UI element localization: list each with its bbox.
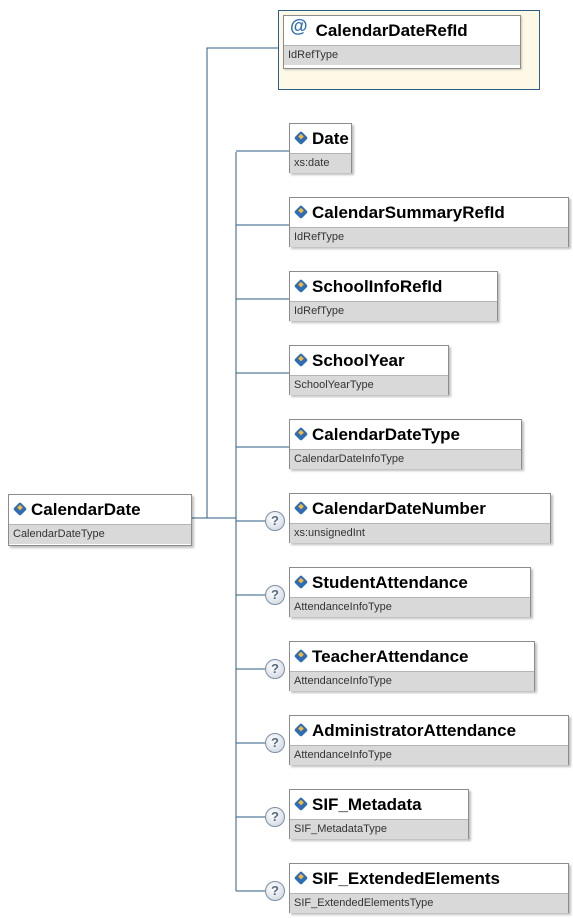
element-icon bbox=[293, 204, 309, 219]
at-icon: @ bbox=[290, 16, 308, 36]
child-element-box[interactable]: CalendarSummaryRefId IdRefType bbox=[289, 197, 569, 247]
root-element-name-row: CalendarDate bbox=[9, 495, 191, 524]
element-icon bbox=[293, 426, 309, 441]
element-icon bbox=[293, 278, 309, 293]
child-element-name-row: SchoolInfoRefId bbox=[290, 272, 497, 301]
root-element-name: CalendarDate bbox=[31, 499, 141, 519]
optional-icon: ? bbox=[265, 659, 285, 679]
element-icon bbox=[293, 130, 309, 145]
child-element-box[interactable]: CalendarDateType CalendarDateInfoType bbox=[289, 419, 522, 469]
child-element-name: Date bbox=[312, 128, 349, 148]
child-element-name: CalendarDateType bbox=[312, 424, 461, 444]
child-element-name-row: Date bbox=[290, 124, 351, 153]
child-element-type: AttendanceInfoType bbox=[290, 671, 534, 691]
child-element-type: AttendanceInfoType bbox=[290, 597, 530, 617]
optional-icon: ? bbox=[265, 807, 285, 827]
child-element-name: AdministratorAttendance bbox=[312, 720, 517, 740]
attribute-box[interactable]: @ CalendarDateRefId IdRefType bbox=[283, 15, 521, 69]
element-icon bbox=[293, 870, 309, 885]
child-element-box[interactable]: SchoolYear SchoolYearType bbox=[289, 345, 449, 395]
attribute-type: IdRefType bbox=[284, 45, 520, 65]
element-icon bbox=[293, 796, 309, 811]
child-element-type: SIF_MetadataType bbox=[290, 819, 468, 839]
attribute-name: CalendarDateRefId bbox=[315, 20, 468, 40]
child-element-name-row: TeacherAttendance bbox=[290, 642, 534, 671]
child-element-type: IdRefType bbox=[290, 301, 497, 321]
child-element-type: SchoolYearType bbox=[290, 375, 448, 395]
optional-icon: ? bbox=[265, 733, 285, 753]
element-icon bbox=[293, 500, 309, 515]
attribute-group: @ CalendarDateRefId IdRefType bbox=[278, 10, 540, 90]
child-element-name-row: SIF_ExtendedElements bbox=[290, 864, 568, 893]
attribute-name-row: @ CalendarDateRefId bbox=[284, 16, 520, 45]
child-element-name: SchoolInfoRefId bbox=[312, 276, 443, 296]
child-element-type: xs:unsignedInt bbox=[290, 523, 550, 543]
child-element-name: SIF_Metadata bbox=[312, 794, 422, 814]
child-element-box[interactable]: CalendarDateNumber xs:unsignedInt bbox=[289, 493, 551, 543]
child-element-name-row: CalendarSummaryRefId bbox=[290, 198, 568, 227]
child-element-name: SchoolYear bbox=[312, 350, 405, 370]
child-element-name: CalendarDateNumber bbox=[312, 498, 486, 518]
child-element-type: IdRefType bbox=[290, 227, 568, 247]
child-element-name-row: AdministratorAttendance bbox=[290, 716, 568, 745]
child-element-type: SIF_ExtendedElementsType bbox=[290, 893, 568, 913]
child-element-type: AttendanceInfoType bbox=[290, 745, 568, 765]
element-icon bbox=[293, 722, 309, 737]
child-element-type: xs:date bbox=[290, 153, 351, 173]
child-element-name: CalendarSummaryRefId bbox=[312, 202, 505, 222]
root-element-type: CalendarDateType bbox=[9, 524, 191, 544]
child-element-box[interactable]: StudentAttendance AttendanceInfoType bbox=[289, 567, 531, 617]
child-element-box[interactable]: SIF_Metadata SIF_MetadataType bbox=[289, 789, 469, 839]
child-element-name: TeacherAttendance bbox=[312, 646, 469, 666]
element-icon bbox=[293, 574, 309, 589]
optional-icon: ? bbox=[265, 585, 285, 605]
child-element-name-row: SchoolYear bbox=[290, 346, 448, 375]
child-element-box[interactable]: SchoolInfoRefId IdRefType bbox=[289, 271, 498, 321]
child-element-type: CalendarDateInfoType bbox=[290, 449, 521, 469]
child-element-box[interactable]: TeacherAttendance AttendanceInfoType bbox=[289, 641, 535, 691]
child-element-box[interactable]: AdministratorAttendance AttendanceInfoTyp… bbox=[289, 715, 569, 765]
root-element-box[interactable]: CalendarDate CalendarDateType bbox=[8, 494, 192, 546]
child-element-name-row: SIF_Metadata bbox=[290, 790, 468, 819]
child-element-name: SIF_ExtendedElements bbox=[312, 868, 501, 888]
element-icon bbox=[293, 352, 309, 367]
element-icon bbox=[12, 501, 28, 516]
child-element-name-row: CalendarDateType bbox=[290, 420, 521, 449]
child-element-name-row: StudentAttendance bbox=[290, 568, 530, 597]
optional-icon: ? bbox=[265, 511, 285, 531]
optional-icon: ? bbox=[265, 881, 285, 901]
child-element-box[interactable]: SIF_ExtendedElements SIF_ExtendedElements… bbox=[289, 863, 569, 913]
child-element-name: StudentAttendance bbox=[312, 572, 468, 592]
element-icon bbox=[293, 648, 309, 663]
child-element-box[interactable]: Date xs:date bbox=[289, 123, 352, 173]
child-element-name-row: CalendarDateNumber bbox=[290, 494, 550, 523]
